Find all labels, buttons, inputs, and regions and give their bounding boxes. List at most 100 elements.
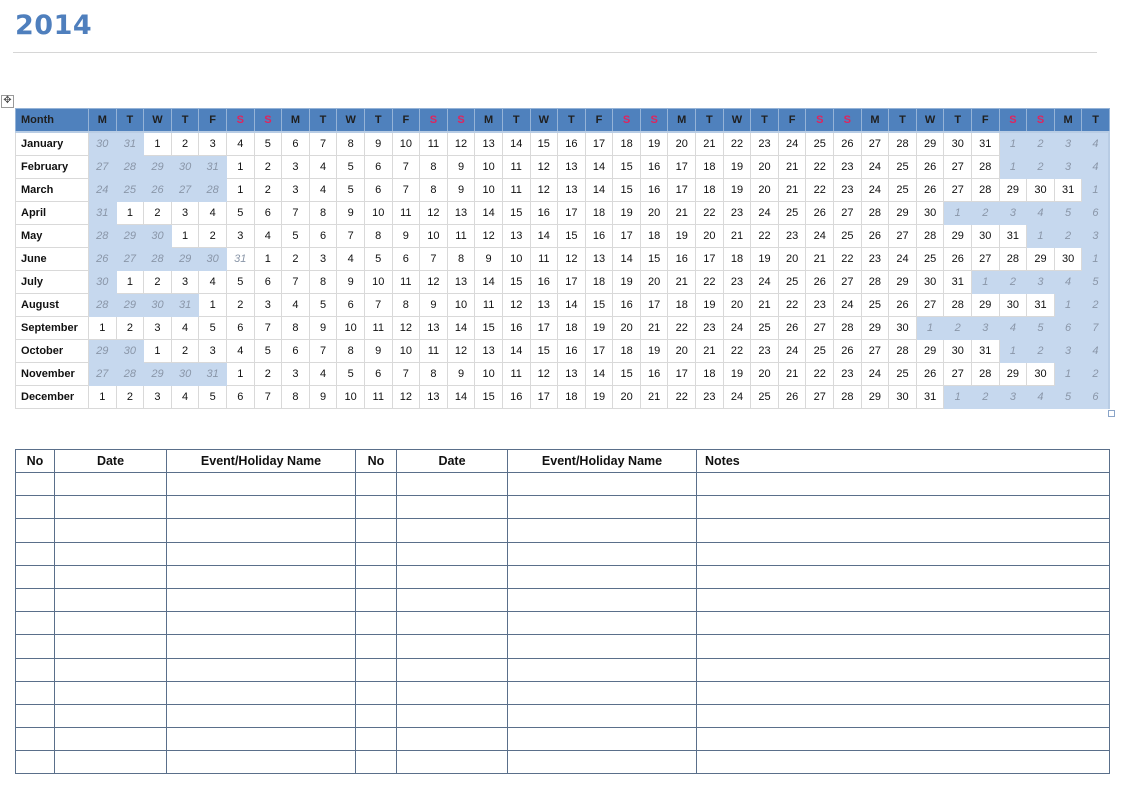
events-cell[interactable] — [166, 471, 356, 497]
events-cell[interactable] — [54, 518, 167, 543]
day-cell: 28 — [860, 270, 890, 294]
events-cell[interactable] — [396, 564, 508, 589]
events-cell[interactable] — [696, 727, 1110, 752]
events-cell[interactable] — [396, 680, 508, 705]
events-cell[interactable] — [396, 518, 508, 543]
events-cell[interactable] — [507, 518, 697, 543]
events-cell[interactable] — [396, 611, 508, 636]
events-cell[interactable] — [166, 634, 356, 659]
events-cell[interactable] — [166, 611, 356, 636]
events-cell[interactable] — [15, 518, 55, 543]
table-move-handle-icon[interactable]: ✥ — [1, 95, 14, 108]
events-cell[interactable] — [696, 541, 1110, 566]
events-cell[interactable] — [355, 495, 397, 520]
events-cell[interactable] — [166, 587, 356, 613]
events-cell[interactable] — [696, 703, 1110, 729]
events-cell[interactable] — [696, 657, 1110, 682]
events-cell[interactable] — [54, 727, 167, 752]
events-cell[interactable] — [696, 518, 1110, 543]
events-cell[interactable] — [166, 657, 356, 682]
events-cell[interactable] — [696, 495, 1110, 520]
events-cell[interactable] — [54, 587, 167, 613]
day-cell: 16 — [529, 270, 559, 294]
events-cell[interactable] — [355, 518, 397, 543]
events-cell[interactable] — [696, 587, 1110, 613]
events-cell[interactable] — [696, 750, 1110, 775]
events-cell[interactable] — [396, 703, 508, 729]
events-cell[interactable] — [54, 703, 167, 729]
events-cell[interactable] — [54, 471, 167, 497]
events-cell[interactable] — [15, 495, 55, 520]
events-cell[interactable] — [355, 611, 397, 636]
events-cell[interactable] — [15, 611, 55, 636]
events-cell[interactable] — [355, 541, 397, 566]
events-cell[interactable] — [166, 564, 356, 589]
events-cell[interactable] — [15, 564, 55, 589]
events-cell[interactable] — [54, 634, 167, 659]
events-cell[interactable] — [696, 471, 1110, 497]
events-cell[interactable] — [396, 634, 508, 659]
events-cell[interactable] — [507, 564, 697, 589]
events-cell[interactable] — [507, 750, 697, 775]
events-cell[interactable] — [54, 564, 167, 589]
events-cell[interactable] — [696, 611, 1110, 636]
events-cell[interactable] — [166, 680, 356, 705]
events-cell[interactable] — [355, 727, 397, 752]
events-cell[interactable] — [54, 680, 167, 705]
prev-month-day: 31 — [198, 362, 227, 386]
events-cell[interactable] — [396, 541, 508, 566]
events-cell[interactable] — [54, 611, 167, 636]
events-cell[interactable] — [396, 657, 508, 682]
events-cell[interactable] — [355, 634, 397, 659]
events-cell[interactable] — [15, 703, 55, 729]
events-cell[interactable] — [355, 750, 397, 775]
events-cell[interactable] — [355, 564, 397, 589]
events-cell[interactable] — [166, 495, 356, 520]
events-cell[interactable] — [355, 680, 397, 705]
events-cell[interactable] — [507, 587, 697, 613]
events-cell[interactable] — [54, 541, 167, 566]
events-cell[interactable] — [696, 564, 1110, 589]
events-cell[interactable] — [166, 703, 356, 729]
events-cell[interactable] — [166, 750, 356, 775]
events-cell[interactable] — [507, 541, 697, 566]
events-cell[interactable] — [355, 657, 397, 682]
events-cell[interactable] — [396, 471, 508, 497]
events-cell[interactable] — [15, 680, 55, 705]
events-cell[interactable] — [355, 703, 397, 729]
day-cell: 7 — [281, 201, 310, 225]
table-resize-handle[interactable] — [1108, 410, 1115, 417]
events-cell[interactable] — [15, 634, 55, 659]
events-cell[interactable] — [396, 727, 508, 752]
events-cell[interactable] — [507, 495, 697, 520]
events-cell[interactable] — [696, 634, 1110, 659]
events-cell[interactable] — [15, 541, 55, 566]
events-cell[interactable] — [507, 634, 697, 659]
events-cell[interactable] — [396, 587, 508, 613]
events-cell[interactable] — [166, 518, 356, 543]
events-cell[interactable] — [54, 495, 167, 520]
events-cell[interactable] — [166, 727, 356, 752]
events-cell[interactable] — [507, 471, 697, 497]
events-cell[interactable] — [507, 703, 697, 729]
events-cell[interactable] — [507, 727, 697, 752]
events-cell[interactable] — [696, 680, 1110, 705]
weekday-header: T — [115, 108, 145, 133]
events-cell[interactable] — [166, 541, 356, 566]
events-cell[interactable] — [507, 680, 697, 705]
events-cell[interactable] — [355, 587, 397, 613]
events-cell[interactable] — [15, 657, 55, 682]
day-cell: 17 — [557, 201, 586, 225]
events-cell[interactable] — [15, 750, 55, 775]
events-cell[interactable] — [54, 657, 167, 682]
events-cell[interactable] — [396, 495, 508, 520]
day-cell: 5 — [198, 316, 227, 340]
events-cell[interactable] — [507, 611, 697, 636]
events-cell[interactable] — [15, 727, 55, 752]
events-cell[interactable] — [396, 750, 508, 775]
events-cell[interactable] — [54, 750, 167, 775]
events-cell[interactable] — [15, 471, 55, 497]
events-cell[interactable] — [15, 587, 55, 613]
events-cell[interactable] — [507, 657, 697, 682]
events-cell[interactable] — [355, 471, 397, 497]
